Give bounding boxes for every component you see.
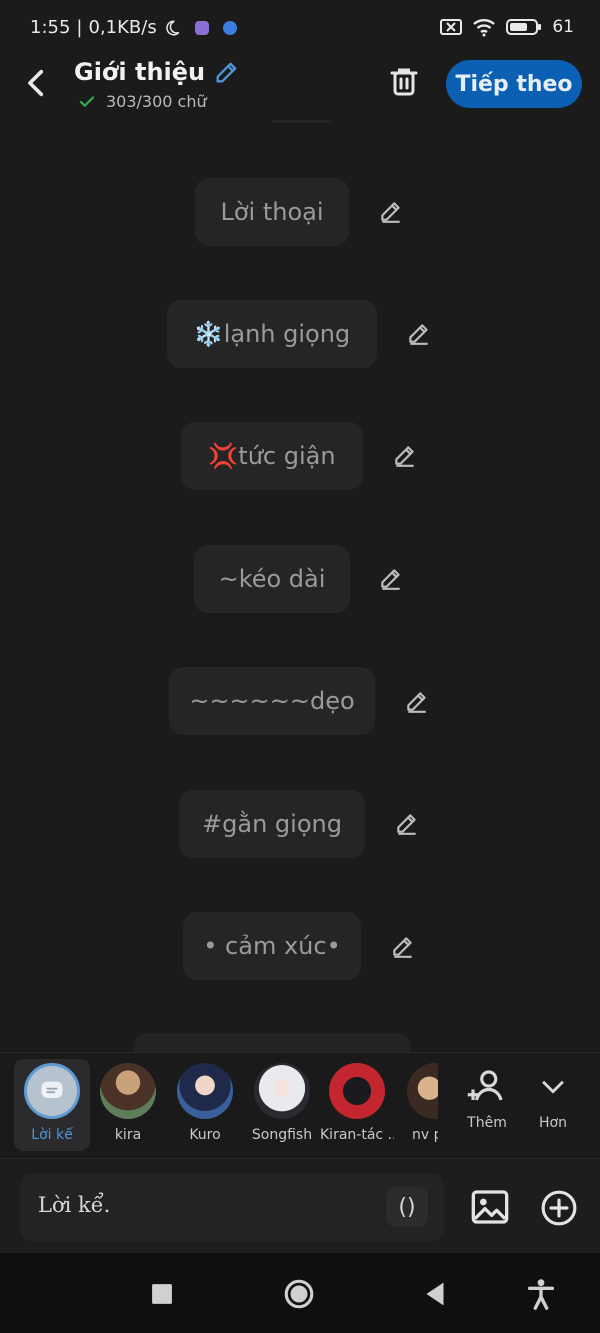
narrator-avatar (24, 1063, 80, 1119)
expand-button[interactable]: Hơn (528, 1065, 578, 1131)
character-name: Kiran-tác ... (320, 1127, 394, 1143)
character-nvp[interactable]: nv p (398, 1053, 438, 1143)
chip-harsh-voice[interactable]: #gằn giọng (179, 790, 365, 858)
kuro-avatar (177, 1063, 233, 1119)
accessibility-icon[interactable] (524, 1277, 558, 1311)
add-circle-icon[interactable] (540, 1189, 578, 1227)
message-icon (41, 1081, 63, 1098)
character-songfish[interactable]: Songfish (245, 1053, 319, 1143)
trash-icon[interactable] (386, 64, 422, 100)
moon-icon (165, 20, 180, 35)
wifi-icon (473, 19, 496, 37)
nvp-avatar (407, 1063, 438, 1119)
recents-icon[interactable] (145, 1277, 179, 1311)
chip-angry[interactable]: 💢tức giận (181, 422, 363, 490)
character-name: Kuro (189, 1127, 221, 1143)
image-icon[interactable] (470, 1187, 510, 1227)
top-bar: Giới thiệu 303/300 chữ Tiếp theo (0, 58, 600, 124)
chip-wavy[interactable]: ~~~~~~dẹo (169, 667, 375, 735)
character-strip: Lời kể kira Kuro Songfish Kiran-tác ... … (0, 1052, 600, 1157)
add-label: Thêm (467, 1115, 507, 1131)
system-nav-bar (0, 1253, 600, 1333)
word-count-text: 303/300 chữ (106, 92, 207, 111)
chip-emotion[interactable]: • cảm xúc• (183, 912, 361, 980)
songfish-avatar (254, 1063, 310, 1119)
status-speed: 0,1KB/s (88, 17, 157, 38)
parentheses-button[interactable]: () (386, 1187, 428, 1227)
character-name: Songfish (251, 1127, 313, 1143)
edit-icon[interactable] (378, 198, 404, 224)
add-character-button[interactable]: Thêm (460, 1065, 514, 1131)
edit-icon[interactable] (404, 688, 430, 714)
no-sim-icon (440, 19, 463, 35)
page-title: Giới thiệu (74, 58, 241, 86)
status-bar: 1:55 | 0,1KB/s 61 (0, 0, 600, 58)
title-text: Giới thiệu (74, 58, 206, 86)
kira-avatar (100, 1063, 156, 1119)
app-notification-icon (194, 20, 209, 35)
input-value: Lời kể. (38, 1193, 111, 1217)
status-separator: | (76, 17, 83, 38)
character-name: nv p (412, 1127, 438, 1143)
browser-notification-icon (222, 20, 237, 35)
chip-drawn-out[interactable]: ~kéo dài (194, 545, 350, 613)
character-kiran[interactable]: Kiran-tác ... (320, 1053, 394, 1143)
expand-label: Hơn (539, 1115, 567, 1131)
character-narrator[interactable]: Lời kể (15, 1053, 89, 1143)
back-nav-icon[interactable] (418, 1277, 452, 1311)
edit-icon[interactable] (390, 933, 416, 959)
word-count: 303/300 chữ (78, 92, 207, 111)
next-button[interactable]: Tiếp theo (446, 60, 582, 108)
character-kuro[interactable]: Kuro (168, 1053, 242, 1143)
edit-icon[interactable] (406, 320, 432, 346)
partial-chip-top (272, 120, 332, 123)
kiran-avatar (329, 1063, 385, 1119)
check-icon (79, 95, 95, 107)
character-name: kira (114, 1127, 142, 1143)
composer: Lời kể. () (0, 1158, 600, 1253)
chevron-down-icon (542, 1080, 564, 1094)
back-icon[interactable] (20, 66, 54, 100)
status-right: 61 (440, 17, 574, 37)
character-name: Lời kể (31, 1127, 73, 1143)
edit-icon[interactable] (378, 565, 404, 591)
edit-title-icon[interactable] (213, 58, 241, 86)
edit-icon[interactable] (394, 810, 420, 836)
add-person-icon (467, 1070, 503, 1101)
edit-icon[interactable] (392, 442, 418, 468)
chip-dialogue[interactable]: Lời thoại (195, 178, 349, 246)
home-icon[interactable] (282, 1277, 316, 1311)
chip-cold-voice[interactable]: ❄️lạnh giọng (167, 300, 377, 368)
message-input[interactable]: Lời kể. () (20, 1173, 444, 1241)
battery-icon (506, 19, 542, 35)
character-kira[interactable]: kira (91, 1053, 165, 1143)
status-left: 1:55 | 0,1KB/s (30, 17, 237, 38)
status-time: 1:55 (30, 17, 71, 38)
battery-percent: 61 (552, 17, 574, 37)
